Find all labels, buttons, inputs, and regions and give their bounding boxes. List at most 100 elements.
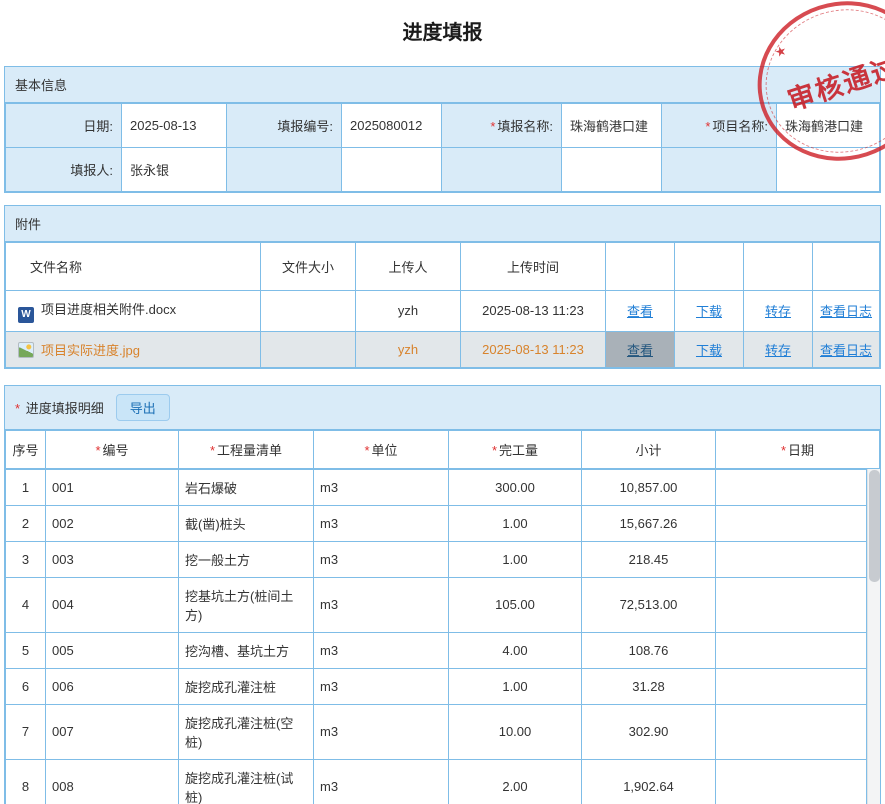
view-link[interactable]: 查看: [627, 343, 653, 358]
empty-label-cell: [662, 148, 777, 192]
scrollbar-thumb[interactable]: [869, 470, 880, 582]
cell-qty: 4.00: [449, 632, 582, 668]
detail-table: 1 001 岩石爆破 m3 300.00 10,857.00 2 002 截(凿…: [5, 469, 867, 804]
cell-unit: m3: [314, 541, 449, 577]
file-name: 项目进度相关附件.docx: [41, 302, 176, 317]
detail-row[interactable]: 6 006 旋挖成孔灌注桩 m3 1.00 31.28: [6, 668, 867, 704]
cell-item: 挖基坑土方(桩间土方): [179, 577, 314, 632]
cell-qty: 1.00: [449, 505, 582, 541]
file-upload-time: 2025-08-13 11:23: [461, 331, 606, 367]
progress-detail-section: * 进度填报明细 导出 序号*编号*工程量清单*单位*完工量小计*日期 1 00…: [4, 385, 881, 804]
empty-value-cell: [562, 148, 662, 192]
cell-qty: 10.00: [449, 704, 582, 759]
column-header: 文件名称: [6, 243, 261, 291]
page-title: 进度填报: [4, 0, 881, 66]
cell-unit: m3: [314, 469, 449, 505]
file-size: [261, 291, 356, 332]
file-name: 项目实际进度.jpg: [41, 343, 140, 358]
cell-subtotal: 218.45: [582, 541, 716, 577]
attachments-header-row: 文件名称文件大小上传人上传时间: [6, 243, 880, 291]
cell-unit: m3: [314, 505, 449, 541]
cell-date: [716, 469, 867, 505]
export-button[interactable]: 导出: [116, 394, 170, 421]
cell-subtotal: 72,513.00: [582, 577, 716, 632]
view-log-link[interactable]: 查看日志: [820, 343, 872, 358]
cell-no: 8: [6, 759, 46, 804]
attachments-section-bar: 附件: [5, 206, 880, 242]
cell-subtotal: 10,857.00: [582, 469, 716, 505]
basic-info-row: 填报人: 张永银: [6, 148, 880, 192]
field-label-date: 日期:: [6, 104, 122, 148]
cell-no: 1: [6, 469, 46, 505]
attachment-row[interactable]: W 项目进度相关附件.docx yzh 2025-08-13 11:23 查看 下…: [6, 291, 880, 332]
field-value-report-name: 珠海鹤港口建: [562, 104, 662, 148]
cell-no: 3: [6, 541, 46, 577]
column-header: 文件大小: [261, 243, 356, 291]
detail-body: 1 001 岩石爆破 m3 300.00 10,857.00 2 002 截(凿…: [5, 469, 880, 804]
cell-date: [716, 632, 867, 668]
cell-subtotal: 31.28: [582, 668, 716, 704]
cell-item: 旋挖成孔灌注桩(试桩): [179, 759, 314, 804]
file-size: [261, 331, 356, 367]
detail-row[interactable]: 5 005 挖沟槽、基坑土方 m3 4.00 108.76: [6, 632, 867, 668]
column-header: 小计: [582, 430, 716, 468]
column-header: 上传人: [356, 243, 461, 291]
view-link[interactable]: 查看: [627, 304, 653, 319]
view-log-link[interactable]: 查看日志: [820, 304, 872, 319]
column-header: 序号: [6, 430, 46, 468]
detail-row[interactable]: 3 003 挖一般土方 m3 1.00 218.45: [6, 541, 867, 577]
download-link[interactable]: 下载: [696, 304, 722, 319]
cell-subtotal: 302.90: [582, 704, 716, 759]
detail-row[interactable]: 2 002 截(凿)桩头 m3 1.00 15,667.26: [6, 505, 867, 541]
transfer-link[interactable]: 转存: [765, 304, 791, 319]
attachments-section-title: 附件: [15, 214, 41, 233]
file-upload-time: 2025-08-13 11:23: [461, 291, 606, 332]
detail-header-row: 序号*编号*工程量清单*单位*完工量小计*日期: [6, 430, 880, 468]
cell-item: 旋挖成孔灌注桩(空桩): [179, 704, 314, 759]
detail-row[interactable]: 8 008 旋挖成孔灌注桩(试桩) m3 2.00 1,902.64: [6, 759, 867, 804]
cell-unit: m3: [314, 632, 449, 668]
detail-header-table: 序号*编号*工程量清单*单位*完工量小计*日期: [5, 430, 880, 469]
column-header: *日期: [716, 430, 880, 468]
cell-no: 4: [6, 577, 46, 632]
vertical-scrollbar[interactable]: [867, 469, 880, 804]
cell-unit: m3: [314, 577, 449, 632]
basic-info-section-title: 基本信息: [15, 75, 67, 94]
cell-date: [716, 759, 867, 804]
cell-date: [716, 704, 867, 759]
attachments-body: W 项目进度相关附件.docx yzh 2025-08-13 11:23 查看 下…: [6, 291, 880, 368]
cell-date: [716, 505, 867, 541]
field-value-date: 2025-08-13: [122, 104, 227, 148]
detail-row[interactable]: 4 004 挖基坑土方(桩间土方) m3 105.00 72,513.00: [6, 577, 867, 632]
download-link[interactable]: 下载: [696, 343, 722, 358]
column-header: [675, 243, 744, 291]
column-header: 上传时间: [461, 243, 606, 291]
cell-no: 7: [6, 704, 46, 759]
cell-qty: 1.00: [449, 541, 582, 577]
transfer-link[interactable]: 转存: [765, 343, 791, 358]
cell-unit: m3: [314, 759, 449, 804]
empty-value-cell: [777, 148, 880, 192]
progress-detail-section-bar: * 进度填报明细 导出: [5, 386, 880, 430]
attachments-section: 附件 文件名称文件大小上传人上传时间 W 项目进度相关附件.docx yzh 20…: [4, 205, 881, 369]
cell-qty: 105.00: [449, 577, 582, 632]
basic-info-section-bar: 基本信息: [5, 67, 880, 103]
cell-subtotal: 108.76: [582, 632, 716, 668]
cell-code: 006: [46, 668, 179, 704]
cell-unit: m3: [314, 704, 449, 759]
attachment-row[interactable]: 项目实际进度.jpg yzh 2025-08-13 11:23 查看 下载 转存…: [6, 331, 880, 367]
detail-row[interactable]: 7 007 旋挖成孔灌注桩(空桩) m3 10.00 302.90: [6, 704, 867, 759]
basic-info-table: 日期: 2025-08-13 填报编号: 2025080012 *填报名称: 珠…: [5, 103, 880, 192]
cell-no: 6: [6, 668, 46, 704]
file-uploader: yzh: [356, 291, 461, 332]
detail-row[interactable]: 1 001 岩石爆破 m3 300.00 10,857.00: [6, 469, 867, 505]
cell-code: 003: [46, 541, 179, 577]
word-file-icon: W: [18, 307, 34, 323]
cell-qty: 300.00: [449, 469, 582, 505]
cell-subtotal: 1,902.64: [582, 759, 716, 804]
cell-code: 004: [46, 577, 179, 632]
field-label-report-no: 填报编号:: [227, 104, 342, 148]
progress-report-page: 进度填报 ★ 审核通过 ★ 基本信息 日期: 2025-08-13 填报编号: …: [0, 0, 885, 804]
image-file-icon: [18, 342, 34, 358]
field-label-report-name: *填报名称:: [442, 104, 562, 148]
